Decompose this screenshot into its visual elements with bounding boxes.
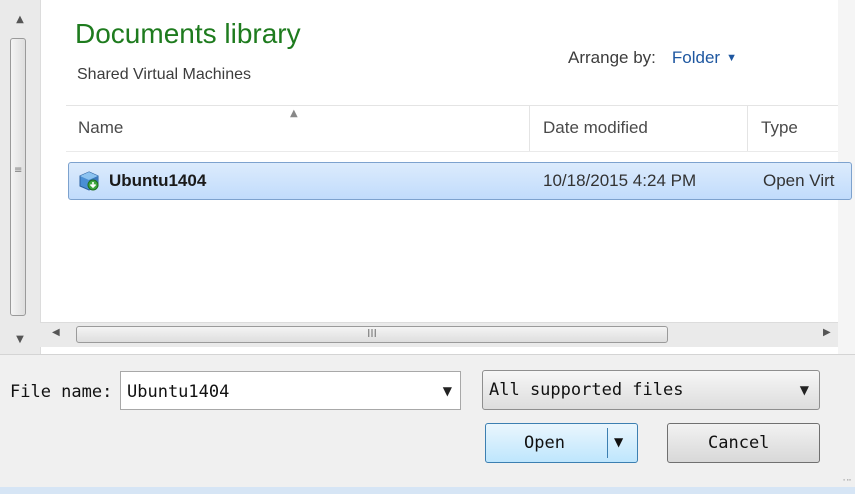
file-name-label: File name: <box>10 382 113 402</box>
scroll-down-icon[interactable]: ▼ <box>0 328 40 350</box>
virtual-machine-icon <box>79 171 99 191</box>
window-bottom-border <box>0 487 855 494</box>
column-header-row: ▲ Name Date modified Type <box>66 105 838 152</box>
scroll-left-icon[interactable]: ◀ <box>52 327 60 338</box>
scroll-up-icon[interactable]: ▲ <box>0 8 40 30</box>
file-date: 10/18/2015 4:24 PM <box>543 171 697 190</box>
open-button-label: Open <box>524 433 565 453</box>
open-options-dropdown-icon[interactable]: ▼ <box>614 435 623 449</box>
sort-ascending-icon: ▲ <box>290 108 298 119</box>
chevron-down-icon[interactable]: ▼ <box>726 52 737 64</box>
column-header-name[interactable]: Name <box>78 118 123 138</box>
resize-grip-icon[interactable]: ⠠⠤ <box>840 475 852 483</box>
file-row[interactable]: Ubuntu1404 10/18/2015 4:24 PM Open Virt <box>68 162 852 200</box>
file-type-filter-value: All supported files <box>489 380 684 400</box>
column-header-type[interactable]: Type <box>761 118 798 138</box>
scroll-right-icon[interactable]: ▶ <box>823 327 831 338</box>
library-title: Documents library <box>75 18 301 49</box>
arrange-by-value[interactable]: Folder <box>672 48 720 67</box>
chevron-down-icon[interactable]: ▼ <box>443 384 452 398</box>
scroll-grip-icon: ≡ <box>14 165 22 176</box>
library-subtitle: Shared Virtual Machines <box>77 66 252 83</box>
open-button[interactable]: Open ▼ <box>485 423 638 463</box>
horizontal-scroll-thumb[interactable]: III <box>76 326 668 343</box>
split-divider <box>607 428 608 458</box>
arrange-by-label: Arrange by: <box>568 48 656 67</box>
column-header-date[interactable]: Date modified <box>543 118 648 138</box>
column-divider[interactable] <box>529 106 530 151</box>
cancel-button-label: Cancel <box>708 433 770 453</box>
column-divider[interactable] <box>747 106 748 151</box>
file-type: Open Virt <box>763 171 835 190</box>
file-type-filter-select[interactable]: All supported files ▼ <box>482 370 820 410</box>
chevron-down-icon[interactable]: ▼ <box>800 383 809 397</box>
file-browser-pane: ▲ ≡ ▼ Documents library Shared Virtual M… <box>0 0 855 354</box>
horizontal-scrollbar[interactable]: ◀ III ▶ <box>40 322 838 347</box>
file-name-value[interactable]: Ubuntu1404 <box>127 382 229 402</box>
arrange-by: Arrange by: Folder ▼ <box>568 48 737 68</box>
cancel-button[interactable]: Cancel <box>667 423 820 463</box>
file-name-input[interactable]: Ubuntu1404 ▼ <box>120 371 461 410</box>
vertical-scrollbar[interactable]: ▲ ≡ ▼ <box>0 0 41 354</box>
file-name: Ubuntu1404 <box>109 171 207 190</box>
divider <box>0 354 855 355</box>
vertical-scroll-thumb[interactable]: ≡ <box>10 38 26 316</box>
